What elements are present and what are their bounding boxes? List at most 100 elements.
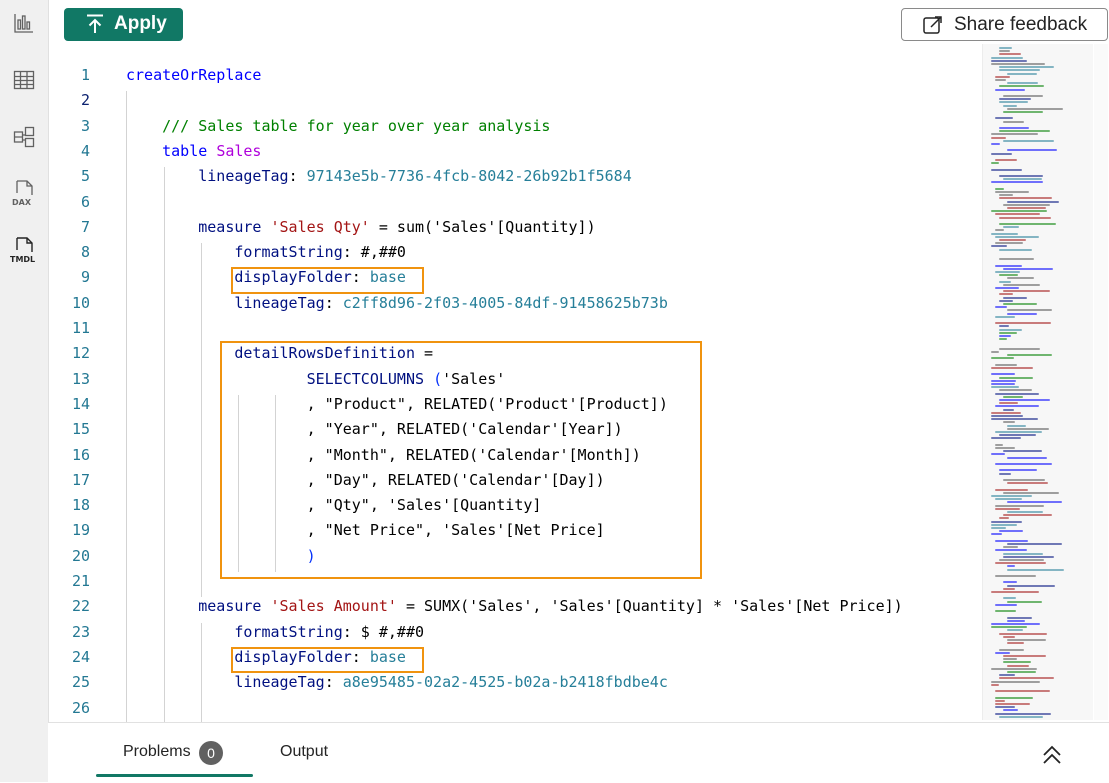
- minimap-line: [995, 392, 1039, 395]
- editor-scrollbar[interactable]: [1094, 44, 1108, 720]
- code-token: 'Sales Qty': [270, 217, 370, 236]
- minimap-line: [991, 181, 1043, 184]
- minimap-line: [999, 559, 1044, 561]
- minimap-line: [995, 706, 1015, 709]
- share-feedback-button[interactable]: Share feedback: [901, 8, 1108, 41]
- minimap-line: [991, 379, 1016, 382]
- code-minimap[interactable]: [982, 44, 1093, 720]
- minimap-line: [991, 527, 1006, 529]
- minimap-line: [995, 690, 1050, 693]
- code-token: a8e95485-02a2-4525-b02a-b2418fbdbe4c: [342, 673, 668, 692]
- minimap-line: [995, 575, 1036, 577]
- minimap-line: [991, 453, 1005, 456]
- minimap-line: [995, 443, 1003, 446]
- minimap-line: [991, 232, 1018, 235]
- tab-problems[interactable]: Problems 0: [96, 723, 253, 777]
- line-number: 6: [80, 192, 90, 211]
- minimap-line: [1003, 546, 1018, 549]
- code-token: formatString: [234, 243, 343, 262]
- minimap-line: [1007, 72, 1037, 75]
- code-token: 97143e5b-7736-4fcb-8042-26b92b1f5684: [306, 167, 632, 186]
- minimap-line: [1003, 635, 1015, 638]
- minimap-line: [999, 66, 1054, 69]
- collapse-panel-button[interactable]: [1038, 741, 1066, 769]
- minimap-line: [991, 56, 1023, 59]
- line-number: 26: [71, 698, 90, 717]
- minimap-line: [1007, 584, 1055, 587]
- minimap-line: [1007, 568, 1064, 571]
- indent-guide: [201, 622, 202, 722]
- code-token: table: [162, 141, 208, 160]
- minimap-line: [999, 293, 1013, 296]
- report-view-button[interactable]: [8, 6, 40, 40]
- bar-chart-icon: [14, 14, 33, 33]
- minimap-line: [991, 495, 1032, 497]
- code-editor[interactable]: 1 2 3 4 5 6 7 8 9 10 11 12 13 14 15 16 17 18 19 20 21 22 23 24 2…: [48, 62, 980, 722]
- tab-output[interactable]: Output: [280, 743, 328, 761]
- minimap-line: [991, 367, 1033, 369]
- minimap-line: [999, 248, 1032, 251]
- minimap-line: [991, 351, 999, 353]
- dax-query-view-button[interactable]: DAX: [8, 177, 40, 211]
- code-token: Sales: [216, 141, 262, 160]
- view-rail: DAX TMDL: [0, 0, 49, 782]
- line-number: 8: [80, 243, 90, 262]
- minimap-line: [991, 626, 1027, 629]
- minimap-line: [999, 274, 1018, 277]
- minimap-line: [1007, 107, 1063, 110]
- line-number: 7: [80, 217, 90, 236]
- minimap-line: [999, 715, 1043, 718]
- minimap-line: [995, 703, 1030, 705]
- code-token: : $ #,##0: [342, 622, 425, 641]
- tmdl-view-button[interactable]: TMDL: [8, 234, 40, 268]
- minimap-line: [995, 405, 1039, 408]
- minimap-line: [995, 498, 1022, 501]
- code-line: formatString: #,##0: [126, 243, 406, 261]
- line-number: 10: [71, 293, 90, 312]
- minimap-line: [991, 210, 1047, 213]
- svg-text:TMDL: TMDL: [10, 255, 35, 264]
- code-line: formatString: $ #,##0: [126, 623, 424, 641]
- minimap-line: [995, 562, 1046, 565]
- minimap-line: [1007, 639, 1046, 641]
- minimap-line: [1003, 709, 1018, 712]
- minimap-line: [995, 315, 1015, 318]
- table-view-button[interactable]: [8, 63, 40, 97]
- code-token: lineageTag: [234, 673, 325, 692]
- code-token: 'Sales Amount': [270, 597, 397, 616]
- minimap-line: [1007, 616, 1032, 619]
- code-line: createOrReplace: [126, 66, 261, 84]
- minimap-line: [1007, 200, 1059, 203]
- line-number: 14: [71, 394, 90, 413]
- model-view-button[interactable]: [8, 120, 40, 154]
- minimap-line: [1007, 600, 1042, 603]
- minimap-line: [991, 162, 999, 165]
- minimap-line: [991, 373, 1015, 376]
- minimap-line: [1007, 427, 1049, 430]
- minimap-line: [999, 101, 1028, 104]
- code-token: lineageTag: [198, 167, 289, 186]
- line-number: 15: [71, 420, 90, 439]
- dax-icon: DAX: [12, 180, 33, 207]
- minimap-line: [991, 168, 1022, 171]
- minimap-line: [999, 530, 1023, 533]
- line-number: 23: [71, 622, 90, 641]
- minimap-line: [999, 258, 1034, 261]
- minimap-line: [1003, 514, 1052, 517]
- apply-button[interactable]: Apply: [64, 8, 183, 41]
- tmdl-view-window: DAX TMDL Apply Share feedback 1234567891…: [0, 0, 1109, 783]
- minimap-line: [995, 651, 1010, 654]
- code-token: = SUMX('Sales', 'Sales'[Quantity] * 'Sal…: [396, 597, 903, 616]
- minimap-line: [1003, 226, 1019, 229]
- code-token: measure: [198, 217, 262, 236]
- code-token: :: [324, 293, 343, 312]
- minimap-line: [999, 53, 1021, 56]
- share-feedback-label: Share feedback: [954, 14, 1088, 35]
- minimap-line: [999, 399, 1050, 401]
